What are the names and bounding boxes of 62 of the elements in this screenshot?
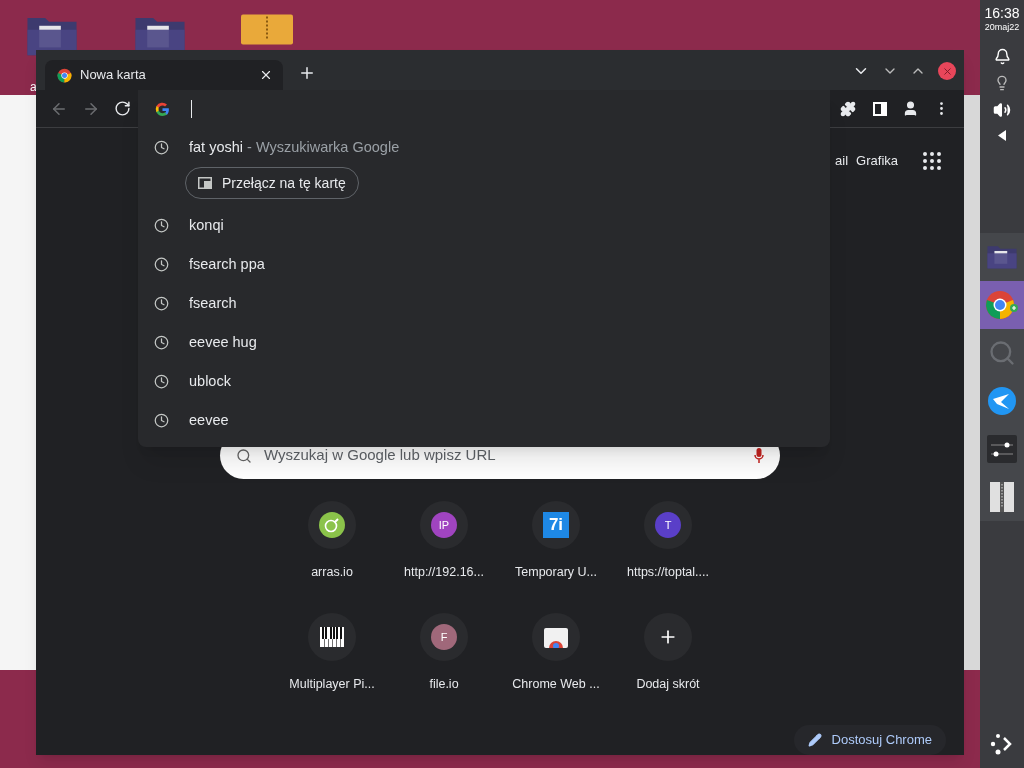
shortcut-tile[interactable]: IP http://192.16... [388, 501, 500, 613]
shortcut-tile[interactable]: arras.io [276, 501, 388, 613]
archive-icon [241, 14, 293, 46]
site-letter-icon: IP [431, 512, 457, 538]
shortcut-tile[interactable]: 7i Temporary U... [500, 501, 612, 613]
google-icon [154, 100, 171, 118]
clock-time: 16:38 [984, 6, 1020, 20]
site-letter-icon: T [655, 512, 681, 538]
close-button[interactable] [938, 62, 956, 80]
suggestion-item[interactable]: ublock [138, 362, 830, 401]
bird-icon [988, 387, 1016, 415]
sliders-icon [987, 435, 1017, 463]
tab-icon [198, 177, 212, 189]
suggestion-item[interactable]: konqi [138, 206, 830, 245]
microphone-icon [754, 448, 764, 463]
zipper-icon [990, 482, 1014, 512]
expand-arrow-icon[interactable] [998, 130, 1006, 141]
extensions-button[interactable] [840, 100, 856, 117]
suggestion-item[interactable]: fat yoshi - Wyszukiwarka Google [138, 128, 830, 167]
shortcut-tile[interactable]: Multiplayer Pi... [276, 613, 388, 725]
history-icon [154, 257, 169, 272]
history-icon [154, 374, 169, 389]
profile-button[interactable] [902, 100, 919, 117]
header-link[interactable]: ail [835, 151, 849, 171]
volume-icon[interactable] [993, 101, 1011, 119]
reload-button[interactable] [114, 100, 131, 117]
chrome-icon [985, 289, 1019, 321]
history-icon [154, 218, 169, 233]
chrome-icon [57, 67, 72, 83]
close-icon [941, 65, 953, 77]
header-link[interactable]: Grafika [856, 151, 898, 171]
lightbulb-icon[interactable] [994, 75, 1010, 91]
icon-label: a [30, 79, 37, 96]
piano-icon [320, 627, 344, 647]
apps-button[interactable] [920, 149, 944, 173]
shortcut-tile[interactable]: F file.io [388, 613, 500, 725]
history-icon [154, 413, 169, 428]
folder-icon [986, 244, 1018, 270]
close-icon [259, 68, 273, 82]
search-icon [988, 339, 1016, 367]
search-icon [236, 447, 252, 464]
history-icon [154, 335, 169, 350]
suggestion-item[interactable]: fsearch ppa [138, 245, 830, 284]
side-panel-button[interactable] [872, 100, 888, 117]
new-tab-button[interactable] [298, 64, 316, 82]
history-icon [154, 296, 169, 311]
web-store-icon [544, 626, 568, 648]
shortcut-tile[interactable]: Chrome Web ... [500, 613, 612, 725]
pencil-icon [807, 733, 822, 747]
tab[interactable]: Nowa karta [45, 60, 283, 90]
notifications-icon[interactable] [993, 48, 1011, 65]
site-logo-icon: 7i [543, 512, 569, 538]
shortcut-tile[interactable]: Dodaj skrót [612, 613, 724, 725]
site-letter-icon: F [431, 624, 457, 650]
ring-icon [319, 512, 345, 538]
clock-date: 20maj22 [984, 23, 1020, 32]
suggestion-item[interactable]: fsearch [138, 284, 830, 323]
customize-button[interactable]: Dostosuj Chrome [793, 725, 946, 755]
shortcut-tile[interactable]: T https://toptal.... [612, 501, 724, 613]
suggestion-item[interactable]: eevee hug [138, 323, 830, 362]
history-icon [154, 140, 169, 155]
text-cursor-icon [191, 100, 192, 118]
